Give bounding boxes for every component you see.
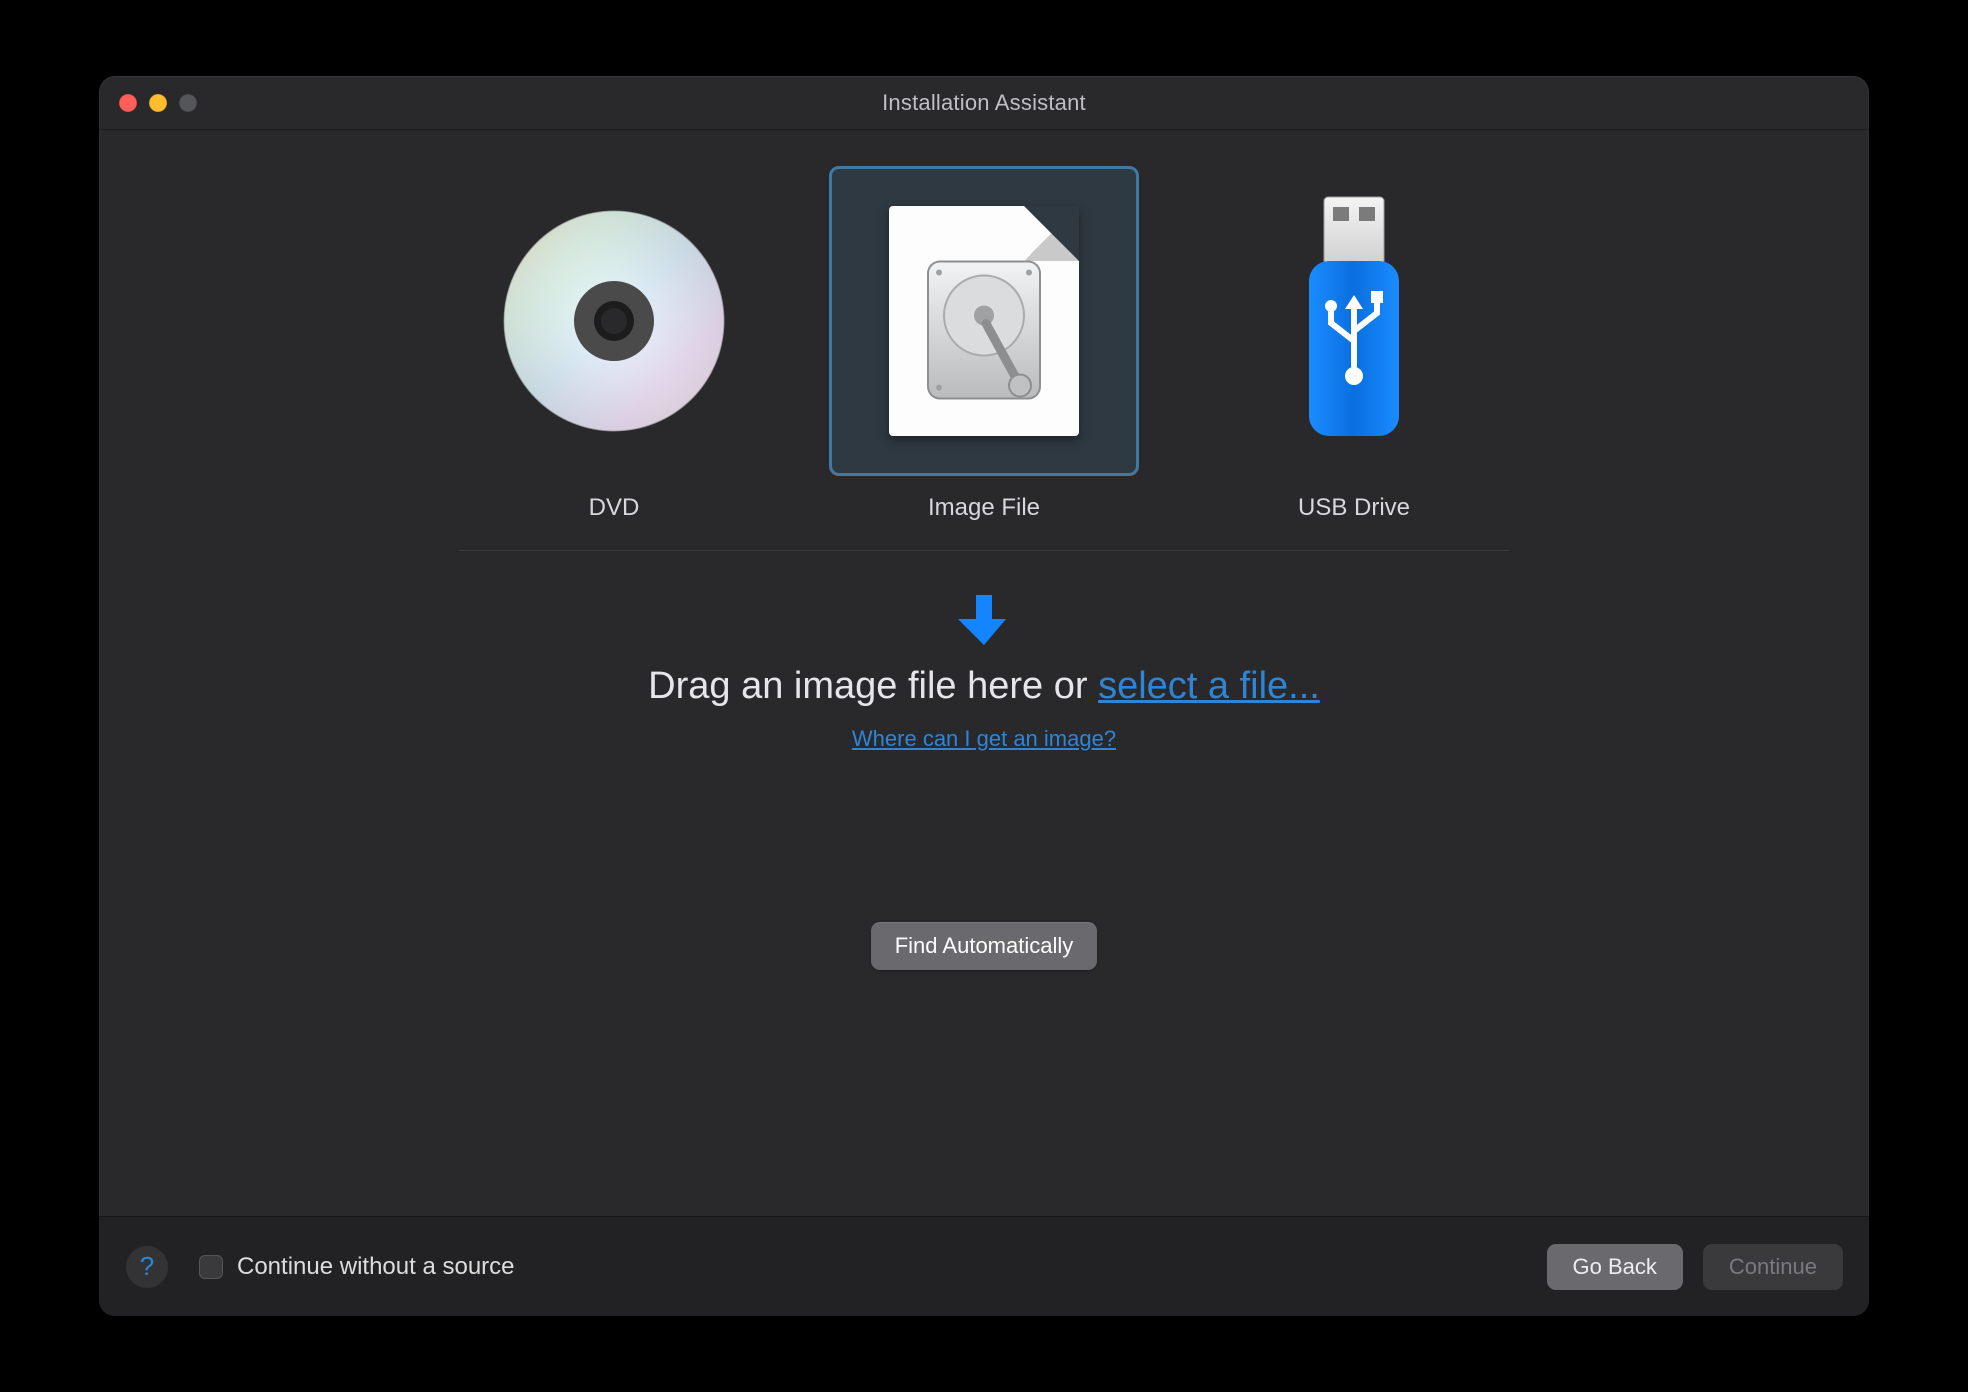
dvd-icon <box>459 166 769 476</box>
source-option-label: USB Drive <box>1298 494 1410 522</box>
window-controls <box>119 94 197 112</box>
window-title: Installation Assistant <box>882 90 1086 116</box>
help-button[interactable]: ? <box>125 1245 169 1289</box>
titlebar: Installation Assistant <box>99 76 1869 130</box>
minimize-window-button[interactable] <box>149 94 167 112</box>
continue-without-source-row: Continue without a source <box>199 1253 515 1281</box>
find-automatically-button[interactable]: Find Automatically <box>871 922 1098 970</box>
source-option-label: Image File <box>928 494 1040 522</box>
drop-prompt: Drag an image file here or select a file… <box>648 591 1320 752</box>
image-file-icon <box>829 166 1139 476</box>
drag-text-prefix: Drag an image file here or <box>648 665 1098 707</box>
zoom-window-button <box>179 94 197 112</box>
select-file-link[interactable]: select a file... <box>1098 665 1320 707</box>
installation-assistant-window: Installation Assistant <box>99 76 1869 1316</box>
divider <box>459 550 1509 551</box>
usb-drive-icon <box>1199 166 1509 476</box>
continue-button: Continue <box>1703 1244 1843 1290</box>
close-window-button[interactable] <box>119 94 137 112</box>
arrow-down-icon <box>958 591 1010 647</box>
footer: ? Continue without a source Go Back Cont… <box>99 1216 1869 1316</box>
content-area: DVD <box>99 130 1869 1216</box>
where-get-image-link[interactable]: Where can I get an image? <box>852 726 1116 752</box>
drag-instruction: Drag an image file here or select a file… <box>648 665 1320 708</box>
source-option-label: DVD <box>589 494 640 522</box>
continue-without-source-checkbox[interactable] <box>199 1255 223 1279</box>
source-option-image-file[interactable]: Image File <box>829 166 1139 522</box>
source-option-usb-drive[interactable]: USB Drive <box>1199 166 1509 522</box>
source-option-dvd[interactable]: DVD <box>459 166 769 522</box>
source-options: DVD <box>459 166 1509 522</box>
continue-without-source-label: Continue without a source <box>237 1253 515 1281</box>
go-back-button[interactable]: Go Back <box>1547 1244 1683 1290</box>
